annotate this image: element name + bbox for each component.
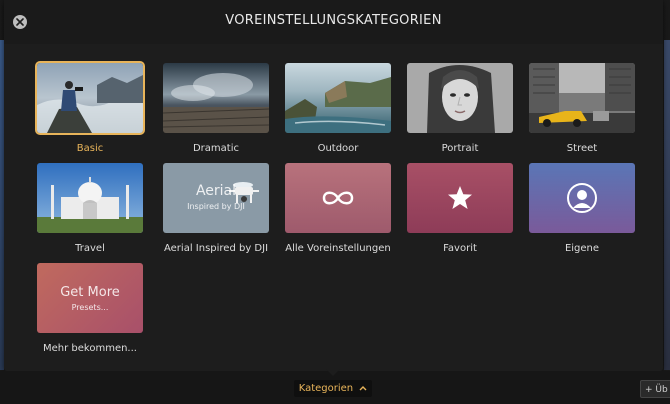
categories-button[interactable]: Kategorien [294, 380, 372, 397]
basic-thumbnail [37, 63, 143, 133]
star-icon [407, 163, 513, 233]
category-tile-aerial[interactable]: Aerial Inspired by DJI [163, 163, 269, 233]
category-label: Aerial Inspired by DJI [163, 243, 269, 254]
category-tile-street[interactable] [529, 63, 635, 133]
dialog-title: VOREINSTELLUNGSKATEGORIEN [225, 13, 442, 28]
preset-categories-dialog: VOREINSTELLUNGSKATEGORIEN Basic Dramatic… [4, 0, 663, 371]
category-tile-get-more[interactable]: Get More Presets... [37, 263, 143, 333]
outdoor-thumbnail [285, 63, 391, 133]
category-label: Basic [76, 143, 104, 154]
background-image-edge-right [664, 40, 670, 370]
chevron-up-icon [359, 380, 367, 397]
category-tile-outdoor[interactable] [285, 63, 391, 133]
street-thumbnail [529, 63, 635, 133]
category-label: Street [566, 143, 598, 154]
category-label: Travel [75, 243, 105, 254]
get-more-overlay-subtitle: Presets... [71, 303, 109, 312]
category-label: Mehr bekommen... [43, 343, 137, 354]
add-preset-button[interactable]: + Üb [640, 380, 670, 398]
category-tile-dramatic[interactable] [163, 63, 269, 133]
category-label: Dramatic [192, 143, 239, 154]
category-tile-portrait[interactable] [407, 63, 513, 133]
category-label: Alle Voreinstellungen [285, 243, 391, 254]
category-tile-custom[interactable] [529, 163, 635, 233]
category-tile-travel[interactable] [37, 163, 143, 233]
category-label: Outdoor [317, 143, 359, 154]
categories-button-label: Kategorien [298, 383, 354, 394]
category-grid: Basic Dramatic Outdoor Portrait Street T… [37, 63, 637, 363]
travel-thumbnail [37, 163, 143, 233]
category-tile-basic[interactable] [37, 63, 143, 133]
user-icon [529, 163, 635, 233]
category-tile-all-presets[interactable] [285, 163, 391, 233]
portrait-thumbnail [407, 63, 513, 133]
get-more-overlay-title: Get More [60, 285, 120, 300]
category-tile-favorites[interactable] [407, 163, 513, 233]
infinity-icon [285, 163, 391, 233]
category-label: Favorit [443, 243, 477, 254]
popover-pointer [326, 369, 340, 376]
category-label: Portrait [441, 143, 479, 154]
dramatic-thumbnail [163, 63, 269, 133]
category-label: Eigene [564, 243, 600, 254]
aerial-overlay-title: Aerial [195, 183, 237, 199]
aerial-overlay-subtitle: Inspired by DJI [187, 202, 245, 211]
dialog-titlebar: VOREINSTELLUNGSKATEGORIEN [4, 0, 663, 44]
